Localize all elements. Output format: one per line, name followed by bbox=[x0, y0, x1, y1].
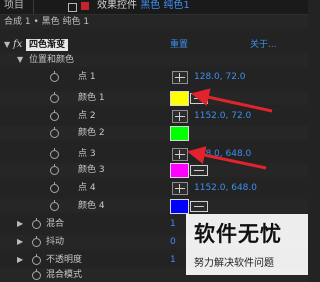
property-label: 点 2 bbox=[78, 111, 96, 121]
watermark: 软件无忧 努力解决软件问题 bbox=[186, 214, 308, 275]
stopwatch-icon[interactable] bbox=[50, 110, 59, 121]
color-swatch[interactable] bbox=[170, 163, 189, 178]
property-label: 点 3 bbox=[78, 149, 96, 159]
property-label: 混合模式 bbox=[46, 270, 83, 280]
property-row-color1: 颜色 1 bbox=[0, 91, 308, 106]
chevron-down-icon[interactable]: ▼ bbox=[4, 38, 10, 52]
property-label: 颜色 4 bbox=[78, 201, 105, 211]
tab-separator bbox=[33, 0, 34, 14]
effect-header-row: ▼ fx 四色渐变 重置 关于... bbox=[0, 38, 308, 52]
chevron-down-icon[interactable]: ▼ bbox=[17, 53, 23, 67]
eyedropper-icon[interactable] bbox=[190, 93, 208, 104]
chevron-right-icon[interactable]: ▶ bbox=[17, 253, 23, 267]
crosshair-icon[interactable] bbox=[172, 182, 188, 195]
property-label: 颜色 2 bbox=[78, 128, 105, 138]
crosshair-icon[interactable] bbox=[172, 71, 188, 84]
lock-icon[interactable] bbox=[68, 3, 77, 12]
panel-tab-bar: 项目 效果控件 黑色 纯色1 bbox=[0, 0, 308, 15]
effect-controls-tab[interactable]: 效果控件 黑色 纯色1 bbox=[97, 0, 190, 12]
property-label: 颜色 1 bbox=[78, 93, 105, 103]
property-value[interactable]: 1 bbox=[170, 253, 176, 267]
breadcrumb: 合成 1 • 黑色 纯色 1 bbox=[0, 15, 308, 29]
stopwatch-icon[interactable] bbox=[50, 200, 59, 211]
crosshair-icon[interactable] bbox=[172, 148, 188, 161]
stopwatch-icon[interactable] bbox=[50, 182, 59, 193]
property-row-color3: 颜色 3 bbox=[0, 163, 308, 178]
stopwatch-icon[interactable] bbox=[50, 71, 59, 82]
group-label: 位置和颜色 bbox=[29, 55, 75, 65]
fx-icon[interactable]: fx bbox=[13, 38, 22, 52]
property-label: 混合 bbox=[46, 219, 65, 229]
point-value[interactable]: 1152.0, 72.0 bbox=[194, 109, 251, 123]
point-value[interactable]: 128.0, 648.0 bbox=[194, 147, 251, 161]
color-swatch[interactable] bbox=[170, 199, 189, 214]
property-value[interactable]: 0 bbox=[170, 235, 176, 249]
effect-name[interactable]: 四色渐变 bbox=[26, 39, 69, 51]
stopwatch-icon[interactable] bbox=[50, 164, 59, 175]
eyedropper-icon[interactable] bbox=[190, 201, 208, 212]
point-value[interactable]: 1152.0, 648.0 bbox=[194, 181, 257, 195]
property-row-point2: 点 2 1152.0, 72.0 bbox=[0, 109, 308, 123]
stopwatch-icon[interactable] bbox=[50, 127, 59, 138]
tab-title-layer: 黑色 纯色1 bbox=[140, 0, 190, 11]
eyedropper-icon[interactable] bbox=[190, 165, 208, 176]
property-row-point4: 点 4 1152.0, 648.0 bbox=[0, 181, 308, 195]
crosshair-icon[interactable] bbox=[172, 110, 188, 123]
stopwatch-icon[interactable] bbox=[32, 218, 41, 229]
stopwatch-icon[interactable] bbox=[50, 92, 59, 103]
about-button[interactable]: 关于... bbox=[250, 38, 277, 52]
property-label: 点 1 bbox=[78, 72, 96, 82]
panel-color-icon bbox=[81, 2, 89, 10]
stopwatch-icon[interactable] bbox=[32, 269, 41, 280]
color-swatch[interactable] bbox=[170, 91, 189, 106]
property-row-point1: 点 1 128.0, 72.0 bbox=[0, 70, 308, 84]
project-tab[interactable]: 项目 bbox=[4, 0, 24, 12]
stopwatch-icon[interactable] bbox=[32, 236, 41, 247]
property-label: 颜色 3 bbox=[78, 165, 105, 175]
chevron-right-icon[interactable]: ▶ bbox=[17, 235, 23, 249]
property-row-color2: 颜色 2 bbox=[0, 126, 308, 141]
property-row-point3: 点 3 128.0, 648.0 bbox=[0, 147, 308, 161]
point-value[interactable]: 128.0, 72.0 bbox=[194, 70, 246, 84]
watermark-subtitle: 努力解决软件问题 bbox=[194, 258, 274, 269]
group-row: ▼ 位置和颜色 bbox=[0, 53, 308, 67]
property-label: 抖动 bbox=[46, 237, 65, 247]
watermark-title: 软件无忧 bbox=[194, 222, 282, 246]
color-swatch[interactable] bbox=[170, 126, 189, 141]
breadcrumb-text: 合成 1 • 黑色 纯色 1 bbox=[4, 17, 90, 27]
property-row-color4: 颜色 4 bbox=[0, 199, 308, 214]
property-label: 不透明度 bbox=[46, 255, 83, 265]
tab-title-prefix: 效果控件 bbox=[97, 0, 137, 11]
stopwatch-icon[interactable] bbox=[50, 148, 59, 159]
chevron-right-icon[interactable]: ▶ bbox=[17, 217, 23, 231]
property-label: 点 4 bbox=[78, 183, 96, 193]
reset-button[interactable]: 重置 bbox=[170, 38, 188, 52]
property-value[interactable]: 1 bbox=[170, 217, 176, 231]
stopwatch-icon[interactable] bbox=[32, 254, 41, 265]
